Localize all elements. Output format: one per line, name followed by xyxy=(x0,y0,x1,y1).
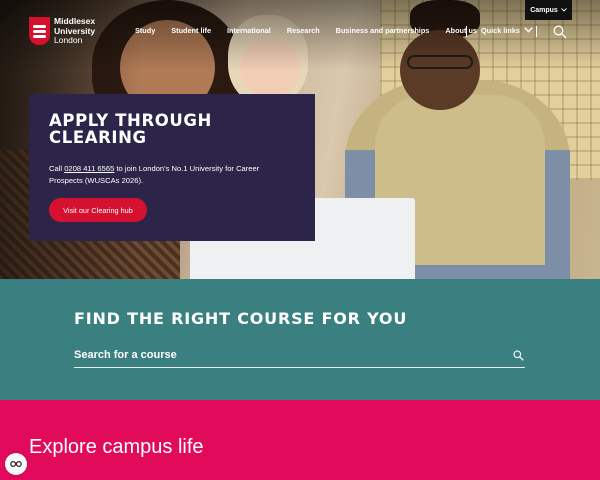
campus-label: Campus xyxy=(530,6,558,14)
cookie-icon xyxy=(10,455,22,473)
nav-international[interactable]: International xyxy=(227,26,271,35)
nav-divider xyxy=(536,26,537,37)
search-icon[interactable] xyxy=(513,348,524,361)
campus-life-section: Explore campus life xyxy=(0,400,600,480)
phone-link[interactable]: 0208 411 6565 xyxy=(64,164,114,173)
university-logo[interactable]: Middlesex University London xyxy=(29,16,95,46)
search-icon[interactable] xyxy=(553,25,567,39)
nav-about-us[interactable]: About us xyxy=(445,26,477,35)
nav-business[interactable]: Business and partnerships xyxy=(336,26,430,35)
callout-text-start: Call xyxy=(49,164,65,173)
nav-divider xyxy=(466,26,467,37)
nav-research[interactable]: Research xyxy=(287,26,320,35)
quick-links-label: Quick links xyxy=(481,26,520,35)
course-search-title: FIND THE RIGHT COURSE FOR YOU xyxy=(74,309,408,328)
course-search-section: FIND THE RIGHT COURSE FOR YOU xyxy=(0,279,600,400)
main-nav: Study Student life International Researc… xyxy=(135,26,493,35)
shield-logo-icon xyxy=(29,17,50,45)
campus-life-title: Explore campus life xyxy=(29,436,204,458)
course-search-input[interactable] xyxy=(74,342,525,368)
nav-study[interactable]: Study xyxy=(135,26,155,35)
quick-links-button[interactable]: Quick links xyxy=(481,26,533,35)
chevron-down-icon xyxy=(524,26,533,35)
logo-line3: London xyxy=(54,35,83,45)
campus-dropdown[interactable]: Campus xyxy=(525,0,572,20)
clearing-callout: APPLY THROUGH CLEARING Call 0208 411 656… xyxy=(29,94,315,241)
nav-student-life[interactable]: Student life xyxy=(171,26,211,35)
callout-title: APPLY THROUGH CLEARING xyxy=(49,111,212,147)
callout-text: Call 0208 411 6565 to join London's No.1… xyxy=(49,163,295,187)
clearing-hub-button[interactable]: Visit our Clearing hub xyxy=(49,198,147,222)
logo-wordmark: Middlesex University London xyxy=(54,16,95,46)
chevron-down-icon xyxy=(560,7,567,14)
cookie-settings-button[interactable] xyxy=(5,453,27,475)
